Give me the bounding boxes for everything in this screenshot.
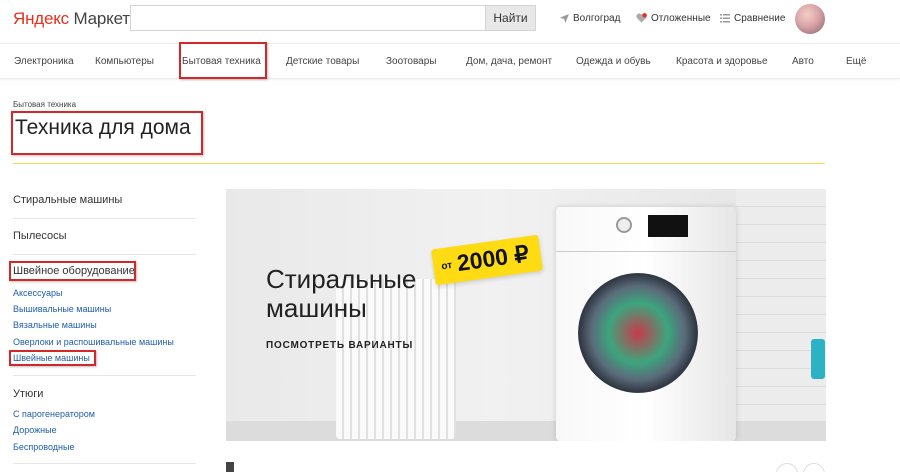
sidebar-divider <box>13 254 196 255</box>
price-value: 2000 ₽ <box>455 240 531 277</box>
search-button[interactable]: Найти <box>485 5 536 31</box>
sidebar-item-cordless[interactable]: Беспроводные <box>13 442 74 452</box>
washer-control-panel <box>556 207 736 252</box>
sidebar-group-irons[interactable]: Утюги <box>13 388 43 400</box>
sidebar-divider <box>13 375 196 376</box>
price-prefix: от <box>440 259 453 273</box>
washer-door <box>578 273 698 393</box>
banner-floor <box>226 421 826 441</box>
nav-item-computers[interactable]: Компьютеры <box>95 56 154 67</box>
washer-display <box>648 215 688 237</box>
sidebar-divider <box>13 218 196 219</box>
sidebar-group-washing-machines[interactable]: Стиральные машины <box>13 194 122 206</box>
sidebar-group-vacuums[interactable]: Пылесосы <box>13 230 67 242</box>
highlight-sewing-group <box>9 261 136 281</box>
nav-item-kids[interactable]: Детские товары <box>286 56 359 67</box>
nav-item-more[interactable]: Ещё <box>846 56 866 67</box>
highlight-page-title <box>11 111 203 155</box>
region-link[interactable]: Волгоград <box>560 13 620 24</box>
region-label: Волгоград <box>573 13 621 24</box>
nav-item-electronics[interactable]: Электроника <box>14 56 74 67</box>
category-nav: Электроника Компьютеры Бытовая техника Д… <box>0 43 900 79</box>
carousel-next-button[interactable] <box>803 463 825 472</box>
sidebar-item-steam-generator[interactable]: С парогенератором <box>13 409 95 419</box>
deferred-link[interactable]: Отложенные <box>636 13 711 24</box>
deferred-label: Отложенные <box>651 13 711 24</box>
promo-banner[interactable]: Стиральные машины ПОСМОТРЕТЬ ВАРИАНТЫ от… <box>226 189 826 441</box>
search-input[interactable] <box>130 5 485 31</box>
nav-item-pets[interactable]: Зоотовары <box>386 56 436 67</box>
carousel-prev-button[interactable] <box>776 463 798 472</box>
sidebar-item-accessories[interactable]: Аксессуары <box>13 288 62 298</box>
header: Яндекс Маркет Найти Волгоград Отложенные… <box>0 0 900 40</box>
washing-machine-image <box>556 207 736 441</box>
nav-item-beauty[interactable]: Красота и здоровье <box>676 56 768 67</box>
next-section-heading-fragment <box>226 462 234 472</box>
sidebar-item-overlocks[interactable]: Оверлоки и распошивальные машины <box>13 337 174 347</box>
highlight-sewing-machines <box>9 350 96 366</box>
banner-title: Стиральные машины <box>266 265 416 323</box>
title-underline <box>13 163 825 164</box>
logo-yandex: Яндекс <box>13 9 69 28</box>
sidebar-item-travel[interactable]: Дорожные <box>13 425 57 435</box>
sidebar-item-knitting[interactable]: Вязальные машины <box>13 320 97 330</box>
banner-title-line2: машины <box>266 293 367 323</box>
nav-item-clothing[interactable]: Одежда и обувь <box>576 56 651 67</box>
detergent-bottle-image <box>811 339 825 379</box>
yandex-market-logo[interactable]: Яндекс Маркет <box>13 9 130 29</box>
banner-brick-wall <box>736 189 826 441</box>
sidebar-item-embroidery[interactable]: Вышивальные машины <box>13 304 111 314</box>
heart-icon <box>636 13 647 23</box>
nav-item-home-garden[interactable]: Дом, дача, ремонт <box>466 56 552 67</box>
banner-cta-link[interactable]: ПОСМОТРЕТЬ ВАРИАНТЫ <box>266 340 413 351</box>
nav-item-auto[interactable]: Авто <box>792 56 814 67</box>
breadcrumb[interactable]: Бытовая техника <box>13 100 76 109</box>
highlight-nav-appliances <box>179 42 267 79</box>
compare-label: Сравнение <box>734 13 786 24</box>
compare-link[interactable]: Сравнение <box>720 13 785 24</box>
logo-market: Маркет <box>68 9 130 28</box>
washer-knob <box>616 217 632 233</box>
banner-title-line1: Стиральные <box>266 264 417 294</box>
avatar[interactable] <box>795 4 825 34</box>
price-badge: от 2000 ₽ <box>431 234 543 286</box>
sidebar-divider <box>13 463 196 464</box>
location-arrow-icon <box>560 13 569 23</box>
compare-list-icon <box>720 13 730 23</box>
